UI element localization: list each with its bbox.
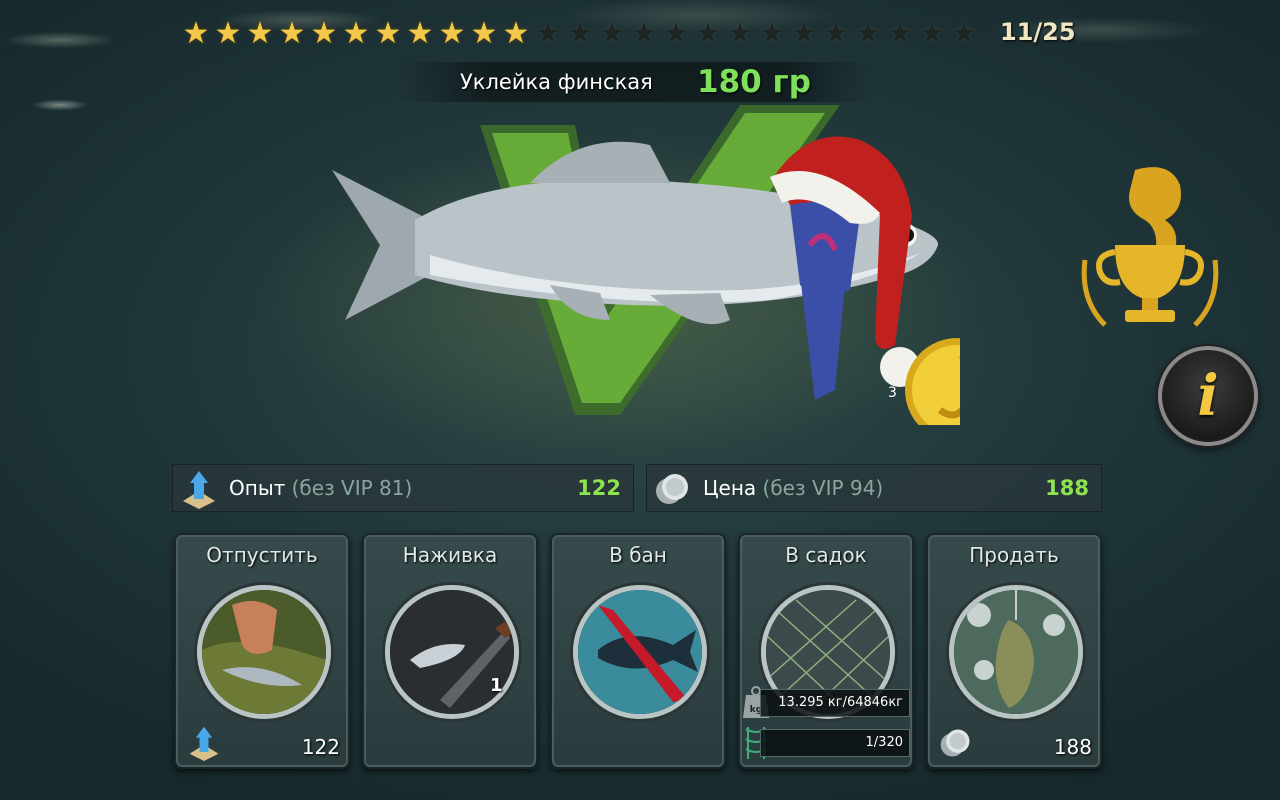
star-empty-icon: ★ bbox=[822, 16, 850, 51]
star-empty-icon: ★ bbox=[598, 16, 626, 51]
sell-icon bbox=[949, 585, 1083, 719]
price-stat: Цена (без VIP 94) 188 bbox=[646, 464, 1102, 512]
star-empty-icon: ★ bbox=[662, 16, 690, 51]
price-label: Цена bbox=[703, 476, 757, 500]
bait-label: Наживка bbox=[402, 543, 498, 567]
star-filled-icon: ★ bbox=[374, 16, 402, 51]
xp-label: Опыт bbox=[229, 476, 286, 500]
xp-value: 122 bbox=[577, 476, 621, 500]
star-filled-icon: ★ bbox=[310, 16, 338, 51]
fish-weight: 180 гр bbox=[697, 64, 811, 100]
star-empty-icon: ★ bbox=[694, 16, 722, 51]
fish-scene: 3 bbox=[320, 105, 1009, 442]
price-value: 188 bbox=[1045, 476, 1089, 500]
info-icon: i bbox=[1197, 363, 1219, 429]
keepnet-label: В садок bbox=[785, 543, 867, 567]
silver-coin-icon bbox=[656, 474, 688, 504]
star-count: 11/25 bbox=[1000, 18, 1076, 46]
star-filled-icon: ★ bbox=[182, 16, 210, 51]
coin-partial-digit: 3 bbox=[888, 385, 897, 401]
xp-stat: Опыт (без VIP 81) 122 bbox=[172, 464, 634, 512]
sell-button[interactable]: Продать 188 bbox=[926, 533, 1102, 769]
fish-name: Уклейка финская bbox=[460, 70, 653, 94]
silver-coin-icon bbox=[940, 729, 970, 757]
star-filled-icon: ★ bbox=[214, 16, 242, 51]
release-icon bbox=[197, 585, 331, 719]
ban-button[interactable]: В бан bbox=[550, 533, 726, 769]
star-empty-icon: ★ bbox=[854, 16, 882, 51]
xp-sub: (без VIP 81) bbox=[291, 476, 413, 500]
star-empty-icon: ★ bbox=[886, 16, 914, 51]
star-filled-icon: ★ bbox=[246, 16, 274, 51]
star-empty-icon: ★ bbox=[758, 16, 786, 51]
release-button[interactable]: Отпустить 122 bbox=[174, 533, 350, 769]
release-xp-value: 122 bbox=[301, 735, 340, 759]
trophy-icon[interactable] bbox=[1075, 160, 1225, 340]
price-sub: (без VIP 94) bbox=[762, 476, 884, 500]
xp-icon bbox=[189, 726, 219, 761]
star-empty-icon: ★ bbox=[534, 16, 562, 51]
sell-label: Продать bbox=[969, 543, 1059, 567]
ban-label: В бан bbox=[609, 543, 667, 567]
star-empty-icon: ★ bbox=[950, 16, 978, 51]
bait-icon bbox=[385, 585, 519, 719]
sell-value: 188 bbox=[1053, 735, 1092, 759]
star-filled-icon: ★ bbox=[278, 16, 306, 51]
bait-button[interactable]: Наживка 1 bbox=[362, 533, 538, 769]
keepnet-button[interactable]: В садок kg 13.295 кг/64846кг 1/320 bbox=[738, 533, 914, 769]
star-rating: ★ ★ ★ ★ ★ ★ ★ ★ ★ ★ ★ ★ ★ ★ ★ ★ ★ ★ ★ ★ ★ ★ ★ ★ ★ bbox=[180, 16, 980, 52]
star-empty-icon: ★ bbox=[566, 16, 594, 51]
star-filled-icon: ★ bbox=[470, 16, 498, 51]
release-label: Отпустить bbox=[206, 543, 318, 567]
ban-icon bbox=[573, 585, 707, 719]
star-filled-icon: ★ bbox=[502, 16, 530, 51]
star-filled-icon: ★ bbox=[342, 16, 370, 51]
star-empty-icon: ★ bbox=[726, 16, 754, 51]
info-button[interactable]: i bbox=[1158, 346, 1258, 446]
keepnet-slots: 1/320 bbox=[760, 729, 910, 757]
star-filled-icon: ★ bbox=[438, 16, 466, 51]
star-empty-icon: ★ bbox=[630, 16, 658, 51]
star-filled-icon: ★ bbox=[406, 16, 434, 51]
keepnet-weight: 13.295 кг/64846кг bbox=[760, 689, 910, 717]
star-empty-icon: ★ bbox=[790, 16, 818, 51]
xp-icon bbox=[183, 471, 215, 509]
bait-count: 1 bbox=[490, 675, 503, 696]
star-empty-icon: ★ bbox=[918, 16, 946, 51]
